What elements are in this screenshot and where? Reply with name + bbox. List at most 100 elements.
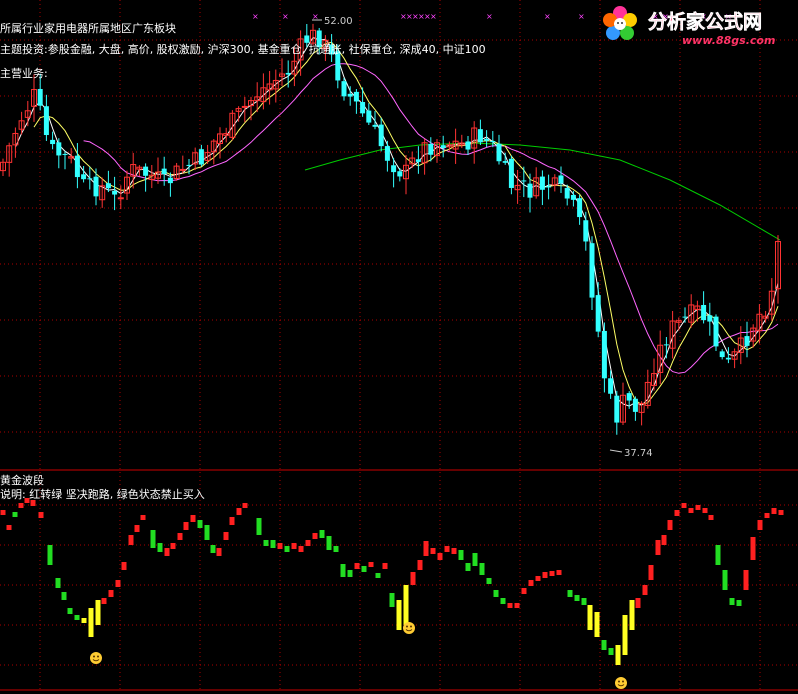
indicator-bar — [347, 570, 353, 577]
indicator-bar — [270, 540, 276, 548]
indicator-bar — [115, 580, 121, 587]
site-logo: 分析家公式网 www.88gs.com — [598, 2, 796, 48]
indicator-bar — [771, 508, 777, 514]
candle-body — [589, 243, 595, 298]
indicator-bar — [528, 580, 534, 586]
indicator-bar — [681, 503, 687, 508]
indicator-bar — [140, 515, 146, 520]
candle-body — [37, 88, 43, 106]
indicator-bar — [574, 595, 580, 601]
indicator-bar — [319, 530, 325, 538]
candle-body — [707, 315, 713, 322]
candle-body — [465, 141, 471, 150]
top-mark: × — [486, 12, 493, 21]
candle-body — [372, 124, 378, 127]
candle-body — [713, 316, 719, 347]
indicator-bar — [622, 615, 628, 655]
candle-body — [347, 93, 353, 97]
indicator-bar — [667, 520, 673, 530]
indicator-bar — [764, 513, 770, 518]
top-mark: × — [252, 12, 259, 21]
indicator-bar — [661, 535, 667, 545]
candle-body — [241, 105, 248, 108]
indicator-bar — [587, 605, 593, 630]
candle-body — [167, 177, 173, 184]
indicator-bar — [655, 540, 661, 555]
indicator-bar — [74, 615, 80, 620]
indicator-bar — [0, 510, 6, 515]
indicator-bar — [736, 600, 742, 606]
indicator-bar — [743, 570, 749, 590]
indicator-bar — [567, 590, 573, 597]
indicator-bar — [6, 525, 12, 530]
candle-body — [384, 146, 390, 161]
indicator-bar — [256, 518, 262, 535]
candle-body — [508, 158, 514, 188]
indicator-bar — [298, 546, 304, 552]
candle-body — [583, 220, 589, 242]
candle-body — [577, 198, 583, 218]
indicator-bar — [277, 543, 283, 549]
candle-body — [701, 304, 707, 321]
stock-chart[interactable]: × × × × × × × × × × × × × × × × 52.00 37.74 所属行业家用电器所属地… — [0, 0, 798, 694]
indicator-bar — [183, 522, 189, 530]
indicator-bar — [197, 520, 203, 528]
indicator-bar — [615, 645, 621, 665]
candle-body — [614, 395, 620, 423]
indicator-bar — [128, 535, 134, 545]
candle-body — [50, 139, 56, 145]
candle-body — [198, 149, 204, 165]
indicator-bar — [361, 566, 367, 572]
indicator-bar — [688, 508, 694, 513]
candle-body — [143, 166, 149, 176]
indicator-bar — [170, 543, 176, 549]
indicator-bar — [750, 537, 756, 560]
indicator-bar — [88, 608, 94, 637]
info-themes: 主题投资:参股金融, 大盘, 高价, 股权激励, 沪深300, 基金重仓, 抗通… — [0, 42, 486, 56]
indicator-bar — [284, 546, 290, 552]
candle-body — [285, 72, 291, 75]
indicator-bar — [190, 515, 196, 522]
indicator-bar — [521, 588, 527, 594]
top-mark: × — [282, 12, 289, 21]
indicator-bar — [210, 545, 216, 553]
indicator-bar — [368, 562, 374, 567]
indicator-bar — [514, 603, 520, 608]
indicator-bar — [108, 590, 114, 597]
indicator-bar — [601, 640, 607, 650]
indicator-bar — [594, 612, 600, 637]
low-label: 37.74 — [624, 448, 653, 459]
indicator-bar — [312, 533, 318, 539]
indicator-bar — [18, 503, 24, 508]
indicator-bar — [204, 525, 210, 540]
candle-body — [353, 91, 359, 102]
indicator-bar — [430, 548, 436, 554]
candle-body — [682, 316, 688, 318]
indicator-bar — [458, 550, 464, 560]
candle-body — [360, 102, 366, 114]
candle-body — [105, 183, 111, 189]
info-business: 主营业务: — [0, 66, 48, 80]
indicator-bar — [326, 536, 332, 550]
candle-body — [527, 183, 533, 198]
indicator-bar — [715, 545, 721, 565]
candle-body — [564, 187, 570, 199]
candle-body — [304, 35, 310, 43]
candle-body — [186, 164, 192, 166]
indicator-bar — [177, 533, 183, 540]
indicator-series — [0, 498, 784, 665]
top-mark: × — [430, 12, 437, 21]
ma20-line — [83, 63, 779, 374]
indicator-bar — [486, 578, 492, 584]
indicator-bar — [121, 562, 127, 570]
indicator-bar — [708, 515, 714, 520]
candle-body — [179, 168, 186, 171]
candle-body — [43, 106, 49, 136]
candle-body — [608, 378, 614, 394]
candle-body — [117, 197, 124, 200]
candle-body — [397, 171, 403, 177]
indicator-bar — [67, 608, 73, 614]
indicator-bar — [507, 603, 513, 608]
indicator-bar — [291, 543, 297, 549]
low-marker: 37.74 — [609, 448, 653, 459]
